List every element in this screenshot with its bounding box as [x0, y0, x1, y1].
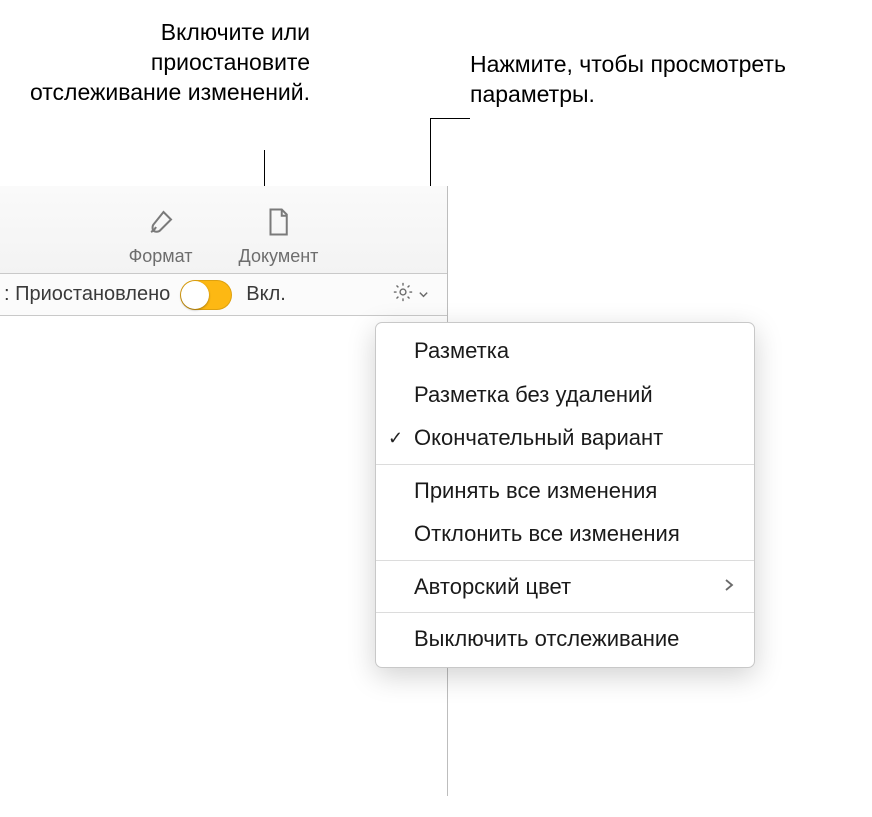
menu-item-label: Окончательный вариант — [414, 424, 663, 452]
format-tab[interactable]: Формат — [129, 207, 193, 267]
chevron-down-icon — [418, 283, 429, 306]
menu-separator — [376, 560, 754, 561]
menu-item-markup-no-deletions[interactable]: Разметка без удалений — [376, 373, 754, 417]
callout-leader-line — [430, 118, 470, 119]
menu-item-author-color[interactable]: Авторский цвет — [376, 565, 754, 609]
track-status-label: : Приостановлено — [0, 283, 170, 306]
menu-item-label: Авторский цвет — [414, 573, 571, 601]
track-changes-options-menu: Разметка Разметка без удалений ✓ Окончат… — [375, 322, 755, 668]
menu-item-label: Разметка — [414, 337, 509, 365]
toggle-on-label: Вкл. — [246, 283, 286, 306]
menu-item-markup[interactable]: Разметка — [376, 329, 754, 373]
menu-item-turn-off-tracking[interactable]: Выключить отслеживание — [376, 617, 754, 661]
track-changes-options-button[interactable] — [384, 279, 437, 311]
menu-item-accept-all[interactable]: Принять все изменения — [376, 469, 754, 513]
menu-item-final[interactable]: ✓ Окончательный вариант — [376, 416, 754, 460]
track-changes-toggle[interactable] — [180, 280, 232, 310]
track-changes-bar: : Приостановлено Вкл. — [0, 274, 447, 316]
menu-item-label: Принять все изменения — [414, 477, 657, 505]
toggle-knob — [181, 281, 209, 309]
inspector-toolbar: Формат Документ — [0, 186, 447, 274]
callout-track-changes: Включите или приостановите отслеживание … — [0, 18, 310, 108]
document-icon — [263, 207, 293, 242]
gear-icon — [392, 281, 414, 309]
menu-item-label: Разметка без удалений — [414, 381, 653, 409]
chevron-right-icon — [724, 575, 734, 598]
document-label: Документ — [239, 246, 319, 267]
callout-options: Нажмите, чтобы просмотреть параметры. — [470, 50, 840, 110]
format-label: Формат — [129, 246, 193, 267]
menu-separator — [376, 612, 754, 613]
menu-separator — [376, 464, 754, 465]
brush-icon — [146, 207, 176, 242]
document-tab[interactable]: Документ — [239, 207, 319, 267]
menu-item-label: Выключить отслеживание — [414, 625, 679, 653]
checkmark-icon: ✓ — [388, 427, 403, 450]
menu-item-label: Отклонить все изменения — [414, 520, 680, 548]
menu-item-reject-all[interactable]: Отклонить все изменения — [376, 512, 754, 556]
